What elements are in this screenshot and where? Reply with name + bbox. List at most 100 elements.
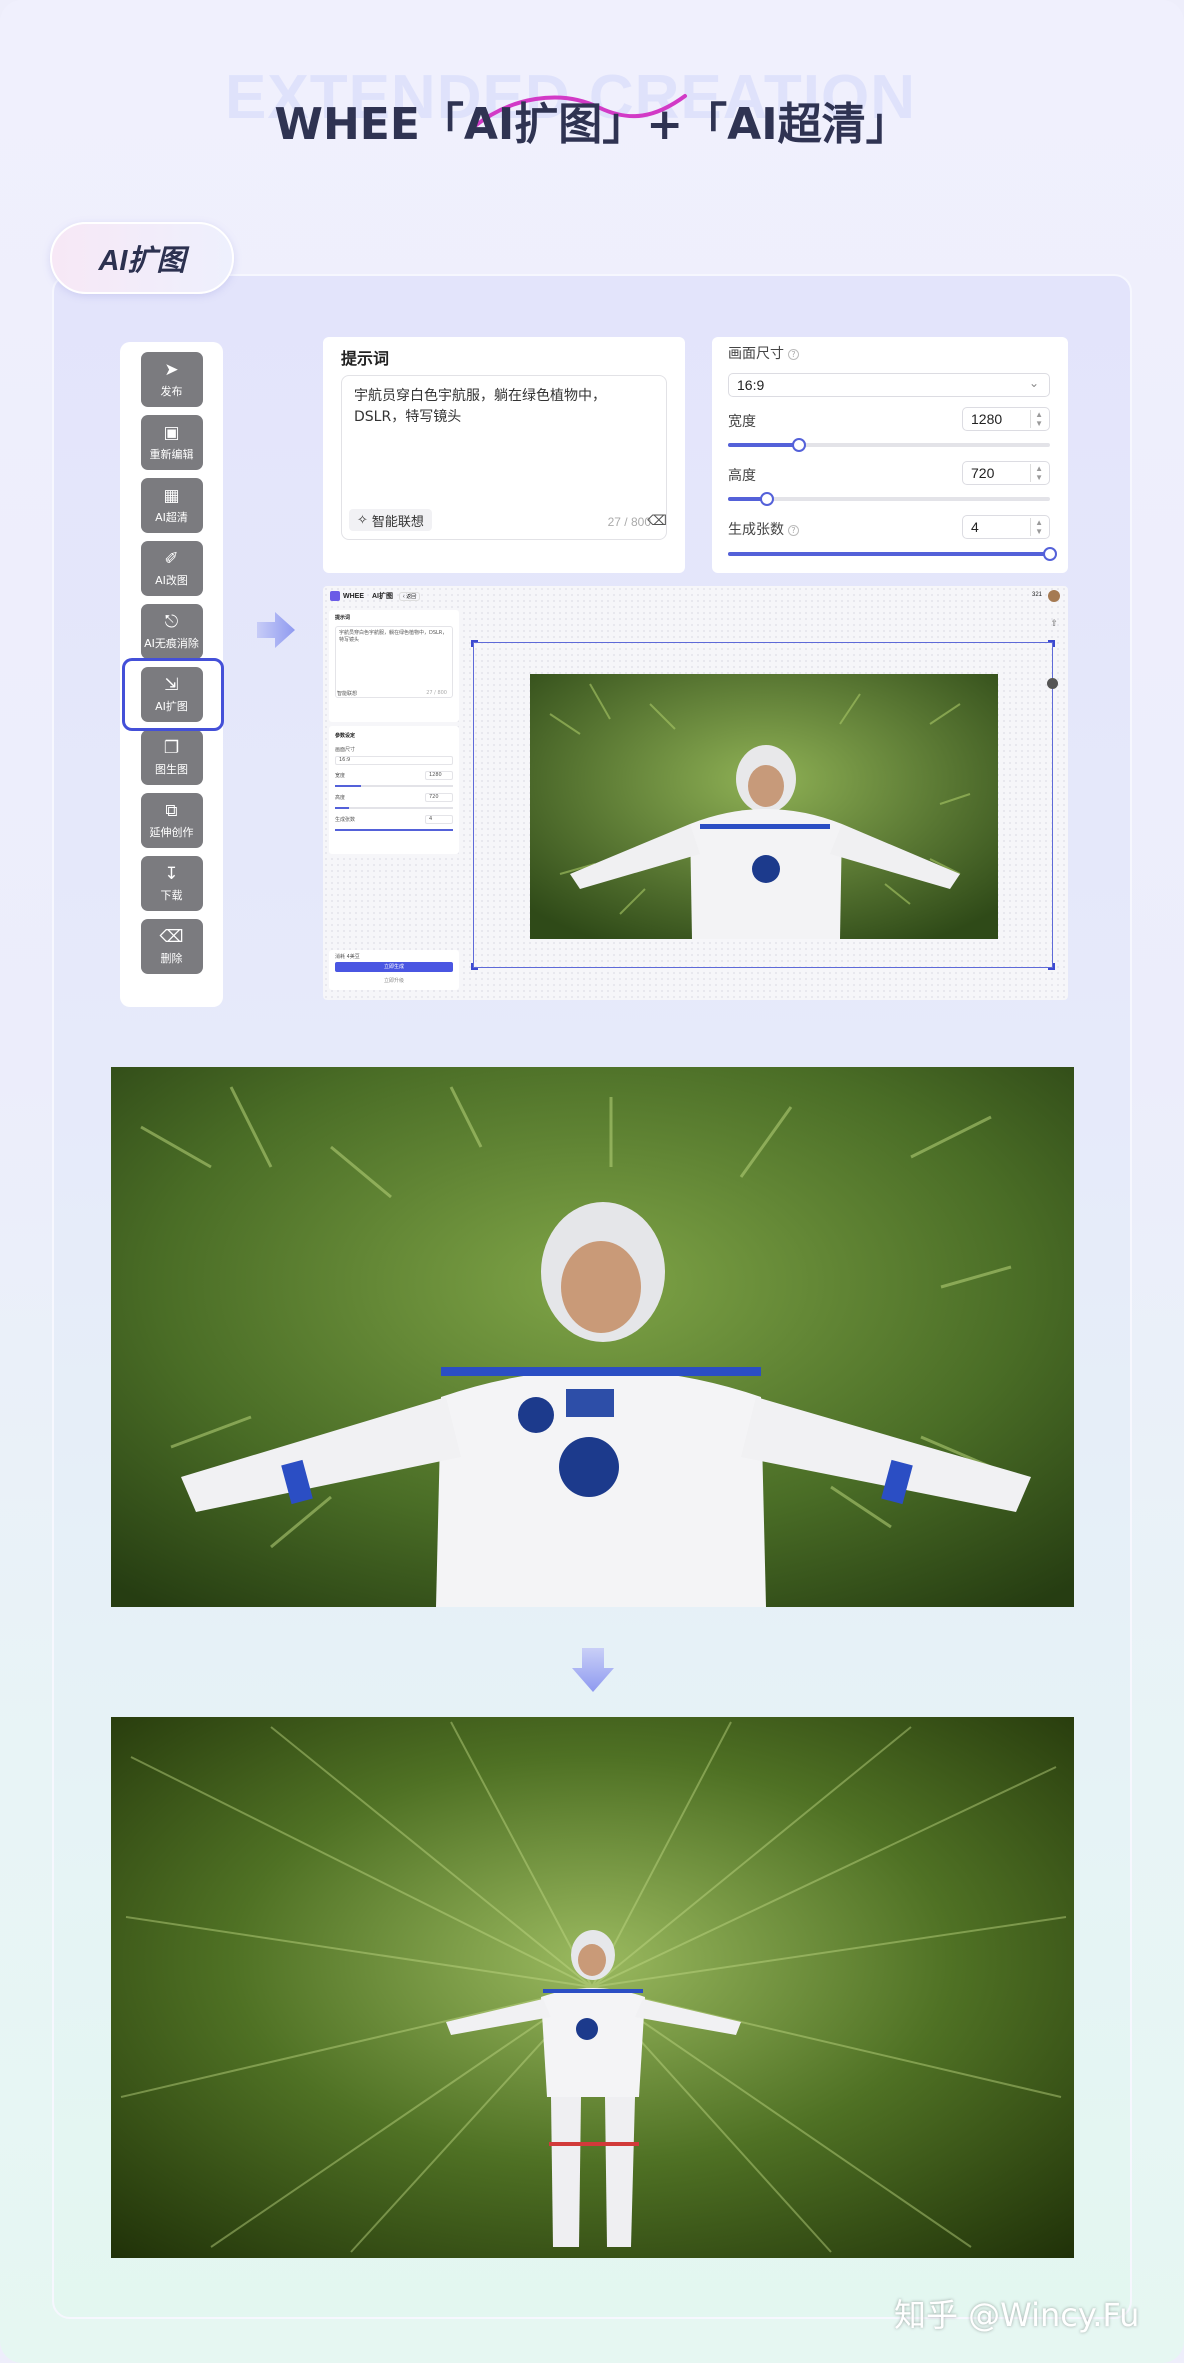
editor-width-slider[interactable] [335, 785, 453, 787]
smart-suggest-button[interactable]: ✧ 智能联想 [349, 509, 432, 531]
frame-handle[interactable] [1048, 640, 1055, 647]
prompt-panel-title: 提示词 [341, 349, 390, 368]
delete-button[interactable]: ⌫ 删除 [140, 919, 203, 974]
credit-watermark: 知乎 @Wincy.Fu [894, 2296, 1140, 2334]
clear-prompt-icon[interactable]: ⌫ [647, 512, 667, 529]
eraser-icon: ⎋ [164, 612, 179, 632]
count-input[interactable]: 4 ▲ ▼ [962, 515, 1050, 539]
editor-right-icon[interactable]: ⇧ [1050, 618, 1058, 629]
help-icon[interactable]: ? [788, 349, 799, 360]
active-tool-highlight [122, 658, 224, 731]
section-tag: AI扩图 [50, 222, 234, 294]
editor-points: 321 [1031, 592, 1042, 598]
editor-mode: AI扩图 [372, 593, 393, 600]
image-to-image-button[interactable]: ❐ 图生图 [140, 730, 203, 785]
height-value: 720 [971, 465, 995, 481]
editor-width-input[interactable]: 1280 [425, 771, 453, 780]
tool-label: AI超清 [155, 511, 188, 524]
char-counter: 27 / 800 [607, 515, 651, 529]
ai-upscale-button[interactable]: ▦ AI超清 [140, 478, 203, 533]
brush-icon: ✐ [164, 549, 179, 569]
width-slider-knob[interactable] [791, 438, 806, 452]
editor-size-label: 画面尺寸 [335, 747, 356, 753]
editor-prompt-text[interactable]: 宇航员穿白色宇航服，躺在绿色植物中，DSLR，特写镜头 [335, 626, 453, 698]
prompt-panel: 提示词 宇航员穿白色宇航服，躺在绿色植物中，DSLR，特写镜头 ✧ 智能联想 27… [323, 337, 685, 573]
editor-preview: WHEE AI扩图 ‹ 返回 321 ⇧ 提示词 宇航员穿白色宇航服，躺在绿色植… [323, 586, 1068, 1000]
size-label-row: 画面尺寸? [728, 343, 799, 363]
frame-handle[interactable] [1048, 963, 1055, 970]
tool-label: 发布 [160, 385, 183, 398]
tool-label: 延伸创作 [149, 826, 194, 839]
ai-erase-button[interactable]: ⎋ AI无痕消除 [140, 604, 203, 659]
editor-generate-button[interactable]: 立即生成 [335, 962, 453, 972]
editor-prompt-title: 提示词 [335, 615, 351, 621]
page-headline: WHEE「AI扩图」+「AI超清」 [274, 99, 910, 150]
chevron-down-icon: ⌄ [1028, 376, 1039, 390]
size-select-value: 16:9 [737, 377, 765, 393]
re-edit-button[interactable]: ▣ 重新编辑 [140, 415, 203, 470]
astronaut-closeup-image [111, 1067, 1074, 1607]
astronaut-source-image [530, 674, 998, 939]
editor-prompt-card: 提示词 宇航员穿白色宇航服，躺在绿色植物中，DSLR，特写镜头 智能联想 27 … [329, 610, 459, 722]
editor-footer-link[interactable]: 立即升级 [329, 977, 459, 984]
editor-counter: 27 / 800 [426, 690, 447, 696]
height-input[interactable]: 720 ▲ ▼ [962, 461, 1050, 485]
avatar[interactable] [1048, 590, 1060, 602]
hd-icon: ▦ [163, 486, 180, 506]
help-icon[interactable]: ? [788, 525, 799, 536]
stepper-icon[interactable]: ▲ ▼ [1030, 518, 1043, 536]
ai-edit-button[interactable]: ✐ AI改图 [140, 541, 203, 596]
download-button[interactable]: ↧ 下载 [140, 856, 203, 911]
frame-side-handle[interactable] [1047, 678, 1058, 689]
count-slider-knob[interactable] [1043, 547, 1057, 561]
arrow-right-icon [257, 612, 295, 648]
tool-label: 重新编辑 [149, 448, 194, 461]
count-value: 4 [971, 519, 979, 535]
editor-smart-button[interactable]: 智能联想 [337, 690, 357, 697]
editor-back-button[interactable]: ‹ 返回 [399, 591, 421, 601]
editor-height-slider[interactable] [335, 807, 453, 809]
images-icon: ❐ [163, 738, 180, 758]
height-slider[interactable] [728, 492, 1050, 506]
width-label: 宽度 [728, 414, 756, 430]
editor-params-card: 参数设定 画面尺寸 16:9 宽度 1280 高度 720 生成张数 4 [329, 726, 459, 854]
frame-handle[interactable] [471, 963, 478, 970]
editor-sidebar: 提示词 宇航员穿白色宇航服，躺在绿色植物中，DSLR，特写镜头 智能联想 27 … [329, 610, 459, 990]
editor-brand: WHEE [343, 592, 364, 600]
extend-create-button[interactable]: ⧉ 延伸创作 [140, 793, 203, 848]
editor-topbar: WHEE AI扩图 ‹ 返回 321 [323, 586, 1068, 606]
editor-generate-card: 消耗 4美豆 立即生成 立即升级 [329, 950, 459, 990]
height-label: 高度 [728, 468, 756, 484]
tool-label: AI无痕消除 [144, 637, 199, 650]
send-icon: ➤ [164, 360, 179, 380]
download-icon: ↧ [164, 864, 179, 884]
width-slider-fill [728, 443, 799, 447]
tool-label: AI改图 [155, 574, 188, 587]
editor-count-slider[interactable] [335, 829, 453, 831]
editor-height-input[interactable]: 720 [425, 793, 453, 802]
stepper-icon[interactable]: ▲ ▼ [1030, 464, 1043, 482]
stepper-icon[interactable]: ▲ ▼ [1030, 410, 1043, 428]
height-slider-knob[interactable] [759, 492, 774, 506]
size-select[interactable]: 16:9 ⌄ [728, 373, 1050, 397]
image-edit-icon: ▣ [163, 423, 180, 443]
width-slider[interactable] [728, 438, 1050, 452]
tool-label: 图生图 [155, 763, 188, 776]
editor-count-input[interactable]: 4 [425, 815, 453, 824]
count-slider-fill [728, 552, 1050, 556]
tool-label: 删除 [160, 952, 183, 965]
editor-width-label: 宽度 [335, 773, 346, 779]
width-input[interactable]: 1280 ▲ ▼ [962, 407, 1050, 431]
frame-handle[interactable] [471, 640, 478, 647]
smart-suggest-label: 智能联想 [371, 514, 424, 530]
editor-size-select[interactable]: 16:9 [335, 756, 453, 765]
count-slider[interactable] [728, 547, 1057, 561]
arrow-down-icon [572, 1648, 614, 1692]
publish-button[interactable]: ➤ 发布 [140, 352, 203, 407]
count-label-row: 生成张数? [728, 519, 799, 539]
trash-icon: ⌫ [159, 927, 184, 947]
whee-logo-icon [330, 591, 340, 601]
copy-icon: ⧉ [165, 801, 178, 821]
tool-label: 下载 [160, 889, 183, 902]
magic-wand-icon: ✧ [357, 512, 368, 528]
